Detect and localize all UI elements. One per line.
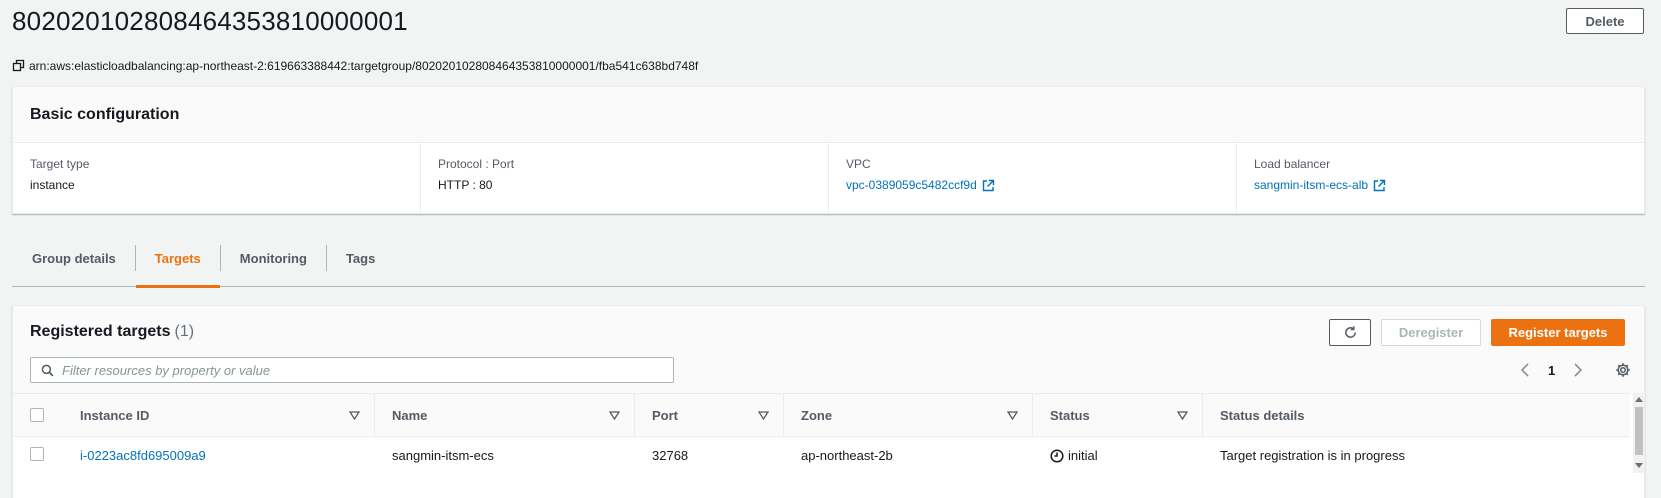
column-name[interactable]: Name: [375, 394, 635, 437]
table-scrollbar[interactable]: [1633, 393, 1645, 473]
arn-row: arn:aws:elasticloadbalancing:ap-northeas…: [12, 59, 698, 73]
external-link-icon[interactable]: [1373, 179, 1386, 192]
target-zone: ap-northeast-2b: [801, 448, 893, 464]
sort-down-icon[interactable]: [1177, 410, 1188, 420]
config-protocol-port: Protocol : Port HTTP : 80: [420, 143, 828, 213]
tab-tags[interactable]: Tags: [327, 245, 394, 287]
select-all-cell: [13, 394, 63, 437]
sort-down-icon[interactable]: [1007, 410, 1018, 420]
basic-configuration-panel: Basic configuration Target type instance…: [12, 86, 1645, 214]
column-status[interactable]: Status: [1033, 394, 1203, 437]
page-title: 802020102808464353810000001: [12, 6, 408, 36]
sort-down-icon[interactable]: [609, 410, 620, 420]
search-icon: [41, 364, 54, 377]
register-targets-button[interactable]: Register targets: [1491, 319, 1625, 346]
config-label: Protocol : Port: [438, 157, 515, 171]
row-checkbox[interactable]: [30, 447, 44, 462]
column-label: Zone: [801, 407, 833, 423]
load-balancer-link[interactable]: sangmin-itsm-ecs-alb: [1254, 178, 1627, 192]
column-label: Instance ID: [80, 407, 150, 423]
sort-down-icon[interactable]: [349, 410, 360, 420]
config-load-balancer: Load balancer sangmin-itsm-ecs-alb: [1236, 143, 1644, 213]
registered-targets-header: Registered targets (1) Deregister Registe…: [13, 306, 1644, 393]
vpc-link-text[interactable]: vpc-0389059c5482ccf9d: [846, 178, 977, 192]
target-status-details: Target registration is in progress: [1220, 448, 1405, 464]
column-zone[interactable]: Zone: [784, 394, 1033, 437]
column-label: Status: [1050, 407, 1090, 423]
target-name: sangmin-itsm-ecs: [392, 448, 494, 464]
config-target-type: Target type instance: [13, 143, 420, 213]
targets-title-text: Registered targets: [30, 323, 171, 340]
sort-down-icon[interactable]: [758, 410, 769, 420]
page-number[interactable]: 1: [1548, 363, 1555, 378]
load-balancer-link-text[interactable]: sangmin-itsm-ecs-alb: [1254, 178, 1368, 192]
config-value: HTTP : 80: [438, 178, 493, 192]
config-label: Target type: [30, 157, 90, 171]
column-instance-id[interactable]: Instance ID: [63, 394, 375, 437]
external-link-icon[interactable]: [982, 179, 995, 192]
tab-bar: Group details Targets Monitoring Tags: [12, 245, 1645, 288]
config-label: VPC: [846, 157, 871, 171]
targets-count: (1): [174, 323, 195, 340]
tab-monitoring[interactable]: Monitoring: [221, 245, 326, 287]
arn-text: arn:aws:elasticloadbalancing:ap-northeas…: [29, 59, 699, 73]
vpc-link[interactable]: vpc-0389059c5482ccf9d: [846, 178, 1219, 192]
config-value: instance: [30, 178, 75, 192]
copy-icon[interactable]: [12, 59, 26, 73]
config-vpc: VPC vpc-0389059c5482ccf9d: [828, 143, 1236, 213]
column-status-details: Status details: [1203, 394, 1630, 437]
select-all-checkbox[interactable]: [30, 408, 44, 422]
registered-targets-title: Registered targets (1): [30, 323, 194, 341]
target-status: initial: [1033, 437, 1203, 475]
basic-configuration-title: Basic configuration: [13, 87, 1644, 143]
table-row: i-0223ac8fd695009a9 sangmin-itsm-ecs 327…: [13, 437, 1630, 475]
refresh-icon: [1343, 325, 1358, 340]
column-port[interactable]: Port: [635, 394, 784, 437]
delete-button[interactable]: Delete: [1566, 8, 1644, 34]
column-label: Status details: [1220, 407, 1305, 423]
pagination: 1: [1515, 360, 1588, 380]
gear-icon[interactable]: [1613, 360, 1633, 380]
filter-input[interactable]: [62, 362, 662, 378]
tab-group-details[interactable]: Group details: [12, 245, 135, 287]
status-text: initial: [1068, 448, 1098, 464]
clock-icon: [1050, 449, 1064, 463]
target-group-page: 802020102808464353810000001 Delete arn:a…: [0, 0, 1661, 498]
targets-table: Instance ID Name Port Zone Status Status…: [13, 393, 1630, 475]
table-header-row: Instance ID Name Port Zone Status Status…: [13, 393, 1630, 437]
scrollbar-thumb[interactable]: [1635, 407, 1643, 455]
instance-id-link[interactable]: i-0223ac8fd695009a9: [63, 437, 375, 475]
config-label: Load balancer: [1254, 157, 1331, 171]
deregister-button[interactable]: Deregister: [1381, 319, 1481, 346]
column-label: Name: [392, 407, 428, 423]
column-label: Port: [652, 407, 678, 423]
chevron-right-icon[interactable]: [1568, 360, 1588, 380]
target-port: 32768: [652, 448, 689, 464]
tab-targets[interactable]: Targets: [135, 245, 220, 288]
filter-box[interactable]: [30, 357, 674, 383]
refresh-button[interactable]: [1329, 319, 1371, 346]
chevron-left-icon[interactable]: [1515, 360, 1535, 380]
registered-targets-panel: Registered targets (1) Deregister Registe…: [12, 305, 1645, 498]
